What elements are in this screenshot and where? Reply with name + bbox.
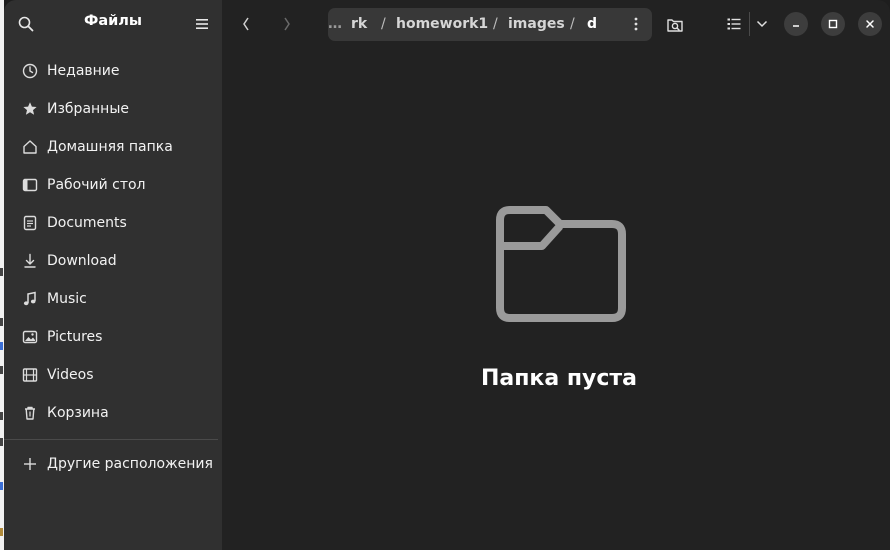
chevron-down-icon [756, 20, 768, 28]
clock-icon [21, 62, 39, 80]
picture-icon [21, 328, 39, 346]
empty-folder-icon [490, 202, 630, 326]
maximize-button[interactable] [821, 12, 845, 36]
sidebar-item-home[interactable]: Домашняя папка [12, 130, 214, 164]
close-button[interactable] [858, 12, 882, 36]
video-icon [21, 366, 39, 384]
path-separator: / [570, 16, 575, 32]
sidebar-item-videos[interactable]: Videos [12, 358, 214, 392]
sidebar-item-trash[interactable]: Корзина [12, 396, 214, 430]
minimize-icon [793, 25, 799, 27]
sidebar: Файлы Недавние Избранные Домашняя папка … [4, 0, 222, 550]
path-overflow-ellipsis[interactable]: … [328, 16, 342, 32]
folder-search-icon [667, 19, 683, 32]
chevron-left-icon [243, 17, 249, 31]
trash-icon [21, 404, 39, 422]
sidebar-item-label: Documents [47, 215, 127, 231]
path-separator: / [493, 16, 498, 32]
desktop-icon [21, 176, 39, 194]
forward-button[interactable] [272, 10, 302, 38]
music-icon [21, 290, 39, 308]
path-segment-homework1[interactable]: homework1 [396, 16, 488, 32]
sidebar-item-label: Pictures [47, 329, 103, 345]
back-button[interactable] [231, 10, 261, 38]
sidebar-item-label: Недавние [47, 63, 120, 79]
hamburger-menu-icon [196, 19, 208, 29]
sidebar-item-recent[interactable]: Недавние [12, 54, 214, 88]
sidebar-item-label: Рабочий стол [47, 177, 146, 193]
sidebar-item-label: Корзина [47, 405, 109, 421]
view-mode-list-button[interactable] [722, 12, 746, 36]
search-in-folder-button[interactable] [662, 12, 688, 38]
sidebar-item-label: Избранные [47, 101, 129, 117]
maximize-icon [828, 19, 838, 29]
file-manager-window: Файлы Недавние Избранные Домашняя папка … [4, 0, 890, 550]
sidebar-item-label: Домашняя папка [47, 139, 173, 155]
sidebar-item-pictures[interactable]: Pictures [12, 320, 214, 354]
main-menu-button[interactable] [190, 12, 214, 36]
path-separator: / [381, 16, 386, 32]
path-bar: … rk / homework1 / images / d [328, 8, 652, 41]
sidebar-item-download[interactable]: Download [12, 244, 214, 278]
sidebar-item-label: Videos [47, 367, 94, 383]
download-icon [21, 252, 39, 270]
sidebar-header: Файлы [4, 0, 222, 47]
star-icon [21, 100, 39, 118]
path-segment-images[interactable]: images [508, 16, 565, 32]
sidebar-item-desktop[interactable]: Рабочий стол [12, 168, 214, 202]
sidebar-item-label: Download [47, 253, 117, 269]
minimize-button[interactable] [784, 12, 808, 36]
view-button-divider [749, 12, 750, 36]
plus-icon [21, 455, 39, 473]
sidebar-item-music[interactable]: Music [12, 282, 214, 316]
empty-folder-message: Папка пуста [480, 366, 638, 391]
path-segment-rk[interactable]: rk [351, 16, 367, 32]
home-icon [21, 138, 39, 156]
document-icon [21, 214, 39, 232]
view-options-button[interactable] [752, 12, 772, 36]
sidebar-item-other-locations[interactable]: Другие расположения [12, 447, 214, 481]
path-segment-current-d[interactable]: d [587, 16, 597, 32]
sidebar-item-label: Music [47, 291, 87, 307]
sidebar-item-documents[interactable]: Documents [12, 206, 214, 240]
vertical-dots-icon [634, 17, 638, 31]
list-view-icon [727, 18, 741, 30]
sidebar-item-starred[interactable]: Избранные [12, 92, 214, 126]
close-icon [866, 20, 874, 28]
sidebar-separator [4, 439, 218, 440]
path-menu-button[interactable] [624, 12, 648, 36]
sidebar-item-label: Другие расположения [47, 456, 213, 472]
chevron-right-icon [284, 17, 290, 31]
